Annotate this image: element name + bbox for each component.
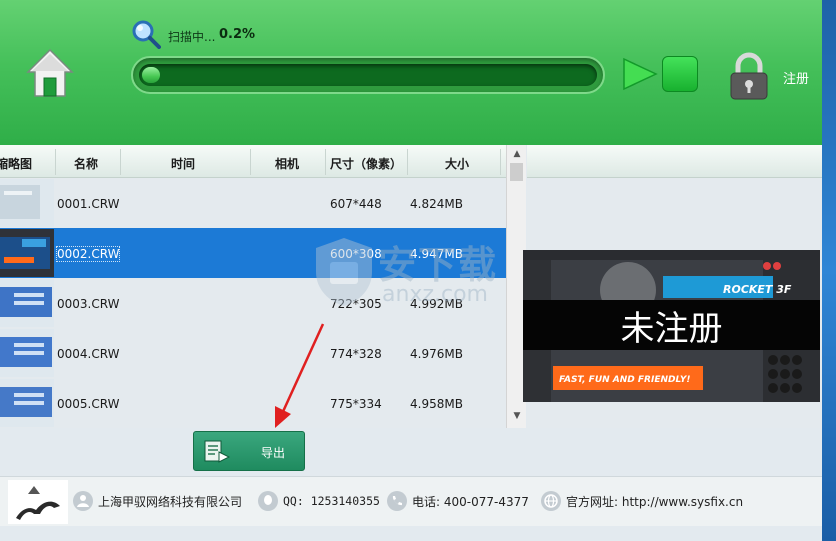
search-icon [131, 19, 161, 49]
watermark-text: 安下载 [378, 243, 499, 287]
register-lock-button[interactable] [727, 52, 771, 100]
scroll-up-arrow-icon[interactable]: ▲ [511, 149, 523, 159]
stop-button[interactable] [662, 56, 698, 92]
shield-icon [316, 238, 372, 306]
scan-progress-bar [131, 56, 605, 94]
export-label: 导出 [261, 446, 286, 460]
play-button[interactable] [622, 56, 658, 92]
desktop-background [820, 0, 836, 541]
column-header-name[interactable]: 名称 [74, 155, 98, 172]
watermark-url: anxz.com [382, 282, 488, 307]
company-name: 上海甲驭网络科技有限公司 [98, 495, 243, 509]
qq-number: QQ: 1253140355 [283, 494, 380, 508]
row-size: 4.958MB [410, 397, 463, 411]
export-icon [204, 440, 230, 463]
row-name: 0002.CRW [55, 246, 121, 262]
watermark: 安下载 anxz.com [308, 232, 523, 312]
row-dimensions: 774*328 [330, 347, 382, 361]
row-dimensions: 607*448 [330, 197, 382, 211]
image-preview: ROCKET 3F FAST, FUN AND FRIENDLY! 未注册 [523, 250, 820, 402]
column-header-thumbnail[interactable]: 缩略图 [0, 155, 32, 172]
column-divider [250, 149, 251, 175]
progress-fill [142, 67, 160, 83]
row-name: 0005.CRW [57, 397, 120, 411]
unregistered-text: 未注册 [620, 308, 723, 349]
preview-product-text: ROCKET 3F [723, 283, 792, 296]
unregistered-overlay: 未注册 [523, 300, 820, 350]
table-header-extension [527, 145, 822, 178]
company-icon [73, 491, 93, 511]
row-thumbnail [0, 279, 54, 327]
column-divider [55, 149, 56, 175]
row-size: 4.824MB [410, 197, 463, 211]
company-logo [8, 480, 68, 524]
column-header-dimensions[interactable]: 尺寸（像素） [330, 155, 402, 172]
preview-banner-text: FAST, FUN AND FRIENDLY! [559, 375, 690, 385]
row-dimensions: 775*334 [330, 397, 382, 411]
column-header-time[interactable]: 时间 [171, 155, 195, 172]
table-header: 缩略图 名称 时间 相机 尺寸（像素） 大小 [0, 145, 506, 178]
row-size: 4.976MB [410, 347, 463, 361]
row-thumbnail [0, 379, 54, 427]
globe-icon [541, 491, 561, 511]
column-divider [407, 149, 408, 175]
scan-status-label: 扫描中... [168, 30, 216, 44]
home-icon [26, 48, 74, 97]
red-arrow-annotation [275, 323, 325, 428]
register-link[interactable]: 注册 [783, 68, 809, 87]
toolbar-header: 扫描中... 0.2% 注册 [0, 0, 822, 145]
footer: 上海甲驭网络科技有限公司 QQ: 1253140355 电话: 400-077-… [0, 476, 822, 526]
play-icon [623, 57, 658, 91]
home-button[interactable] [26, 48, 74, 98]
column-header-size[interactable]: 大小 [445, 155, 469, 172]
phone-icon [387, 491, 407, 511]
row-name: 0004.CRW [57, 347, 120, 361]
window-bottom-edge [0, 526, 822, 541]
row-thumbnail [0, 179, 54, 227]
progress-groove [139, 64, 597, 86]
column-divider [500, 149, 501, 175]
action-bar [0, 428, 822, 476]
table-row[interactable]: 0005.CRW 775*334 4.958MB [0, 378, 506, 428]
scroll-thumb[interactable] [510, 163, 523, 181]
website-link[interactable]: 官方网址: http://www.sysfix.cn [566, 493, 743, 510]
lock-icon [730, 52, 768, 100]
row-thumbnail [0, 229, 54, 277]
app-window: 扫描中... 0.2% 注册 缩略图 名称 时间 相机 尺寸（像素） 大小 00… [0, 0, 822, 541]
column-divider [120, 149, 121, 175]
column-divider [325, 149, 326, 175]
table-row[interactable]: 0004.CRW 774*328 4.976MB [0, 328, 506, 378]
row-name: 0003.CRW [57, 297, 120, 311]
qq-icon [258, 491, 278, 511]
scan-percent: 0.2% [219, 27, 256, 42]
row-name: 0001.CRW [57, 197, 120, 211]
row-thumbnail [0, 329, 54, 377]
column-header-camera[interactable]: 相机 [275, 155, 299, 172]
phone-number: 电话: 400-077-4377 [412, 495, 529, 509]
export-button[interactable]: 导出 [193, 431, 305, 471]
scroll-down-arrow-icon[interactable]: ▼ [511, 411, 523, 421]
table-row[interactable]: 0001.CRW 607*448 4.824MB [0, 178, 506, 228]
